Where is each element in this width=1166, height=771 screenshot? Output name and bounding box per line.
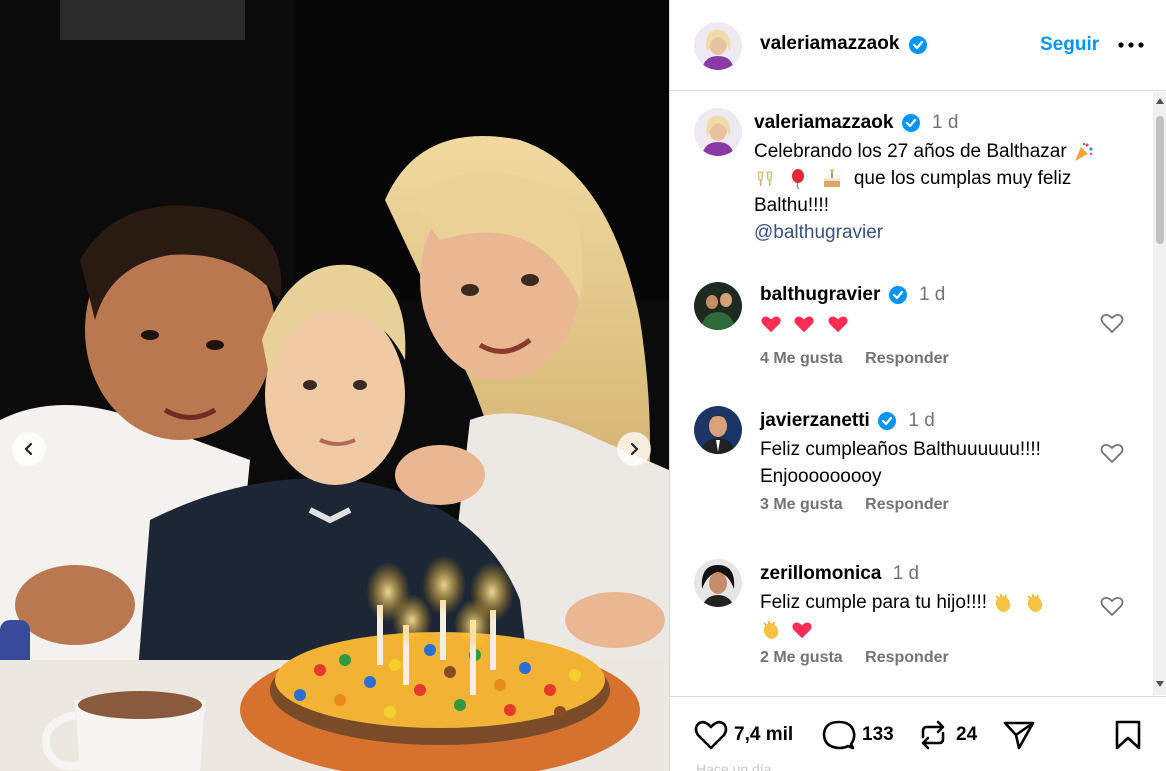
reply-button[interactable]: Responder (865, 350, 949, 367)
comment-username[interactable]: zerillomonica (760, 563, 881, 584)
comment-likes[interactable]: 3 Me gusta (760, 496, 843, 513)
caption-text: Celebrando los 27 años de Balthazar que … (754, 138, 1134, 246)
clapping-hands-icon (995, 593, 1011, 612)
caption-line-3: Balthu!!!! (754, 195, 829, 216)
more-options-button[interactable] (1116, 34, 1146, 56)
verified-icon (888, 285, 907, 304)
comment-time[interactable]: 1 d (919, 284, 945, 305)
like-comment-button[interactable] (1100, 595, 1124, 622)
comment-text-line-1: Feliz cumple para tu hijo!!!! (760, 592, 988, 613)
comment-header: javierzanetti 1 d (760, 410, 935, 432)
red-heart-icon (827, 316, 848, 333)
post-header: valeriamazzaok Seguir (670, 0, 1166, 91)
red-heart-icon (792, 622, 812, 639)
more-icon (1118, 42, 1144, 48)
next-photo-button[interactable] (617, 432, 651, 466)
scroll-thumb[interactable] (1156, 116, 1164, 244)
verified-icon (878, 411, 897, 430)
post-side-panel: valeriamazzaok Seguir valeriamazzaok 1 d… (670, 0, 1166, 771)
red-heart-icon (794, 316, 814, 333)
comment-avatar[interactable] (694, 282, 742, 330)
caption-mention-link[interactable]: @balthugravier (754, 222, 883, 243)
comments-scrollbar[interactable] (1153, 92, 1166, 695)
like-comment-button[interactable] (1100, 442, 1124, 469)
caption-header: valeriamazzaok 1 d (754, 112, 958, 134)
comment-item: javierzanetti 1 d Feliz cumpleaños Balth… (670, 404, 1150, 534)
comment-header: balthugravier 1 d (760, 284, 945, 306)
reply-button[interactable]: Responder (865, 496, 949, 513)
comment-meta: 2 Me gusta Responder (760, 649, 967, 667)
chevron-left-icon (24, 442, 33, 456)
author-avatar[interactable] (694, 22, 742, 70)
likes-count[interactable]: 7,4 mil (734, 724, 793, 746)
previous-photo-button[interactable] (12, 432, 46, 466)
post-actions-bar: 7,4 mil 133 24 Hace un día (670, 696, 1166, 771)
chevron-right-icon (630, 442, 639, 456)
heart-icon (694, 720, 728, 750)
post-date-partial: Hace un día (696, 761, 772, 771)
comment-avatar[interactable] (694, 559, 742, 607)
caption-time[interactable]: 1 d (932, 112, 958, 133)
party-popper-icon (1074, 142, 1093, 161)
clapping-hands-icon (763, 620, 779, 639)
verified-icon (901, 113, 920, 132)
comment-item: balthugravier 1 d 4 Me gusta Responder (670, 278, 1150, 378)
reply-button[interactable]: Responder (865, 649, 949, 666)
comments-list[interactable]: valeriamazzaok 1 d Celebrando los 27 año… (670, 92, 1166, 695)
comment-item: zerillomonica 1 d Feliz cumple para tu h… (670, 557, 1150, 687)
heart-icon (1100, 313, 1124, 334)
comment-text-line-1: Feliz cumpleaños Balthuuuuuu!!!! (760, 439, 1041, 460)
caption-line-2: que los cumplas muy feliz (853, 168, 1072, 189)
clinking-glasses-icon (757, 171, 773, 186)
comment-button[interactable]: 133 (822, 719, 894, 751)
save-button[interactable] (1113, 719, 1143, 751)
author-username[interactable]: valeriamazzaok (760, 33, 899, 54)
author-name-group: valeriamazzaok (760, 33, 928, 55)
birthday-photo (0, 0, 669, 771)
comment-likes[interactable]: 2 Me gusta (760, 649, 843, 666)
verified-icon (908, 35, 927, 54)
comment-likes[interactable]: 4 Me gusta (760, 350, 843, 367)
comment-meta: 4 Me gusta Responder (760, 350, 967, 368)
balloon-icon (792, 168, 805, 190)
share-button[interactable] (1002, 719, 1036, 751)
clapping-hands-icon (1027, 593, 1042, 612)
comment-time[interactable]: 1 d (893, 563, 919, 584)
comment-icon (822, 720, 856, 750)
comment-text: Feliz cumpleaños Balthuuuuuu!!!! Enjoooo… (760, 436, 1080, 490)
share-icon (1003, 721, 1035, 750)
comments-count[interactable]: 133 (862, 724, 894, 746)
reposts-count[interactable]: 24 (956, 724, 977, 746)
comment-avatar[interactable] (694, 406, 742, 454)
red-heart-icon (761, 316, 781, 333)
comment-text-line-2: Enjooooooooy (760, 466, 882, 487)
comment-header: zerillomonica 1 d (760, 563, 919, 585)
comment-text (760, 310, 1080, 337)
heart-icon (1100, 596, 1124, 617)
like-button[interactable]: 7,4 mil (694, 719, 793, 751)
like-comment-button[interactable] (1100, 312, 1124, 339)
scroll-up-arrow[interactable] (1156, 98, 1164, 104)
follow-button[interactable]: Seguir (1040, 34, 1099, 56)
caption-username[interactable]: valeriamazzaok (754, 112, 893, 133)
comment-username[interactable]: balthugravier (760, 284, 880, 305)
post-photo[interactable] (0, 0, 669, 771)
caption-line-1: Celebrando los 27 años de Balthazar (754, 141, 1067, 162)
birthday-cake-icon (823, 168, 840, 187)
comment-username[interactable]: javierzanetti (760, 410, 870, 431)
comment-text: Feliz cumple para tu hijo!!!! (760, 589, 1100, 643)
save-icon (1115, 720, 1141, 750)
comment-meta: 3 Me gusta Responder (760, 496, 967, 514)
caption-avatar[interactable] (694, 108, 742, 156)
heart-icon (1100, 443, 1124, 464)
repost-button[interactable]: 24 (916, 719, 977, 751)
comment-time[interactable]: 1 d (908, 410, 934, 431)
scroll-down-arrow[interactable] (1156, 681, 1164, 687)
repost-icon (921, 720, 945, 750)
